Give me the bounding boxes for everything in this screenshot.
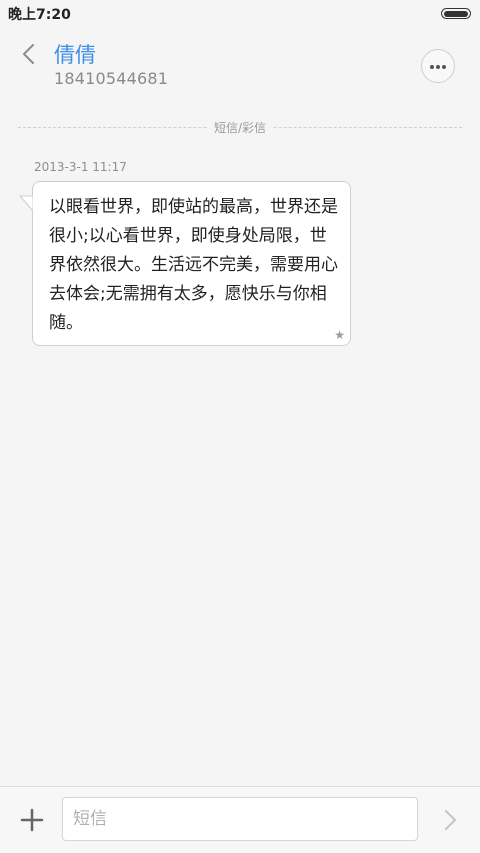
message-timestamp: 2013-3-1 11:17 xyxy=(34,160,127,174)
chevron-right-icon xyxy=(445,810,456,830)
divider-label: 短信/彩信 xyxy=(207,121,273,135)
add-attachment-button[interactable] xyxy=(18,806,46,834)
composer-bar xyxy=(0,786,480,853)
message-input[interactable] xyxy=(62,797,418,841)
message-text: 以眼看世界，即使站的最高，世界还是很小;以心看世界，即使身处局限，世界依然很大。… xyxy=(49,197,338,333)
bubble-tail-cover xyxy=(19,195,34,212)
star-icon: ★ xyxy=(334,328,345,342)
message-type-divider: 短信/彩信 xyxy=(18,117,462,137)
chevron-left-icon xyxy=(23,44,34,64)
conversation-header: 倩倩 18410544681 xyxy=(0,26,480,96)
contact-number: 18410544681 xyxy=(54,69,169,88)
status-bar: 晚上7:20 xyxy=(0,0,480,26)
contact-name[interactable]: 倩倩 xyxy=(54,39,96,69)
plus-icon xyxy=(20,808,44,832)
send-button[interactable] xyxy=(438,806,462,834)
back-button[interactable] xyxy=(14,38,44,72)
battery-level xyxy=(444,10,468,17)
more-options-button[interactable] xyxy=(421,49,455,83)
battery-icon xyxy=(441,8,471,19)
status-time: 晚上7:20 xyxy=(8,7,71,23)
message-bubble[interactable]: 以眼看世界，即使站的最高，世界还是很小;以心看世界，即使身处局限，世界依然很大。… xyxy=(32,181,351,346)
